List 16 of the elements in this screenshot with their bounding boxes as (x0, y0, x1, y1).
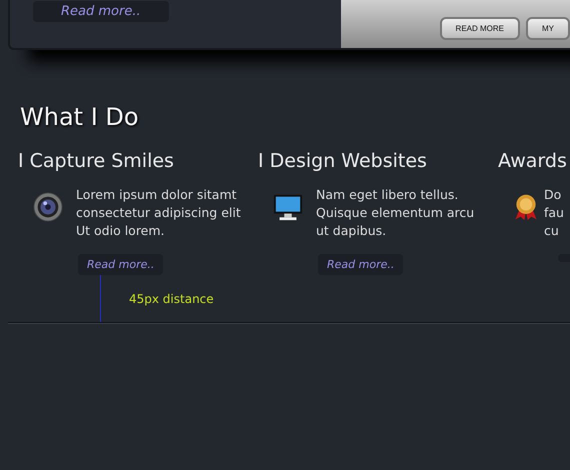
column-title: Awards (498, 150, 567, 172)
column-title: I Design Websites (258, 150, 427, 172)
read-more-button[interactable]: Read more.. (318, 254, 404, 275)
banner-button[interactable]: MY (526, 16, 570, 40)
read-more-button[interactable]: Read more.. (78, 254, 164, 275)
description-text: Nam eget libero tellus. Quisque elementum arcu ut dapibus. (316, 186, 474, 240)
description-text: Do fau cu (544, 186, 564, 240)
camera-lens-icon (33, 192, 63, 222)
measure-line (100, 275, 101, 322)
annotation-label: 45px distance (129, 292, 214, 306)
description-text: Lorem ipsum dolor sitamt consectetur adipiscing elit Ut odio lorem. (76, 186, 241, 240)
monitor-icon (273, 192, 303, 222)
column-title: I Capture Smiles (18, 150, 174, 172)
read-more-button[interactable]: Read more.. (33, 1, 169, 22)
section-title: What I Do (20, 103, 140, 133)
banner-button[interactable]: READ MORE (440, 16, 520, 40)
